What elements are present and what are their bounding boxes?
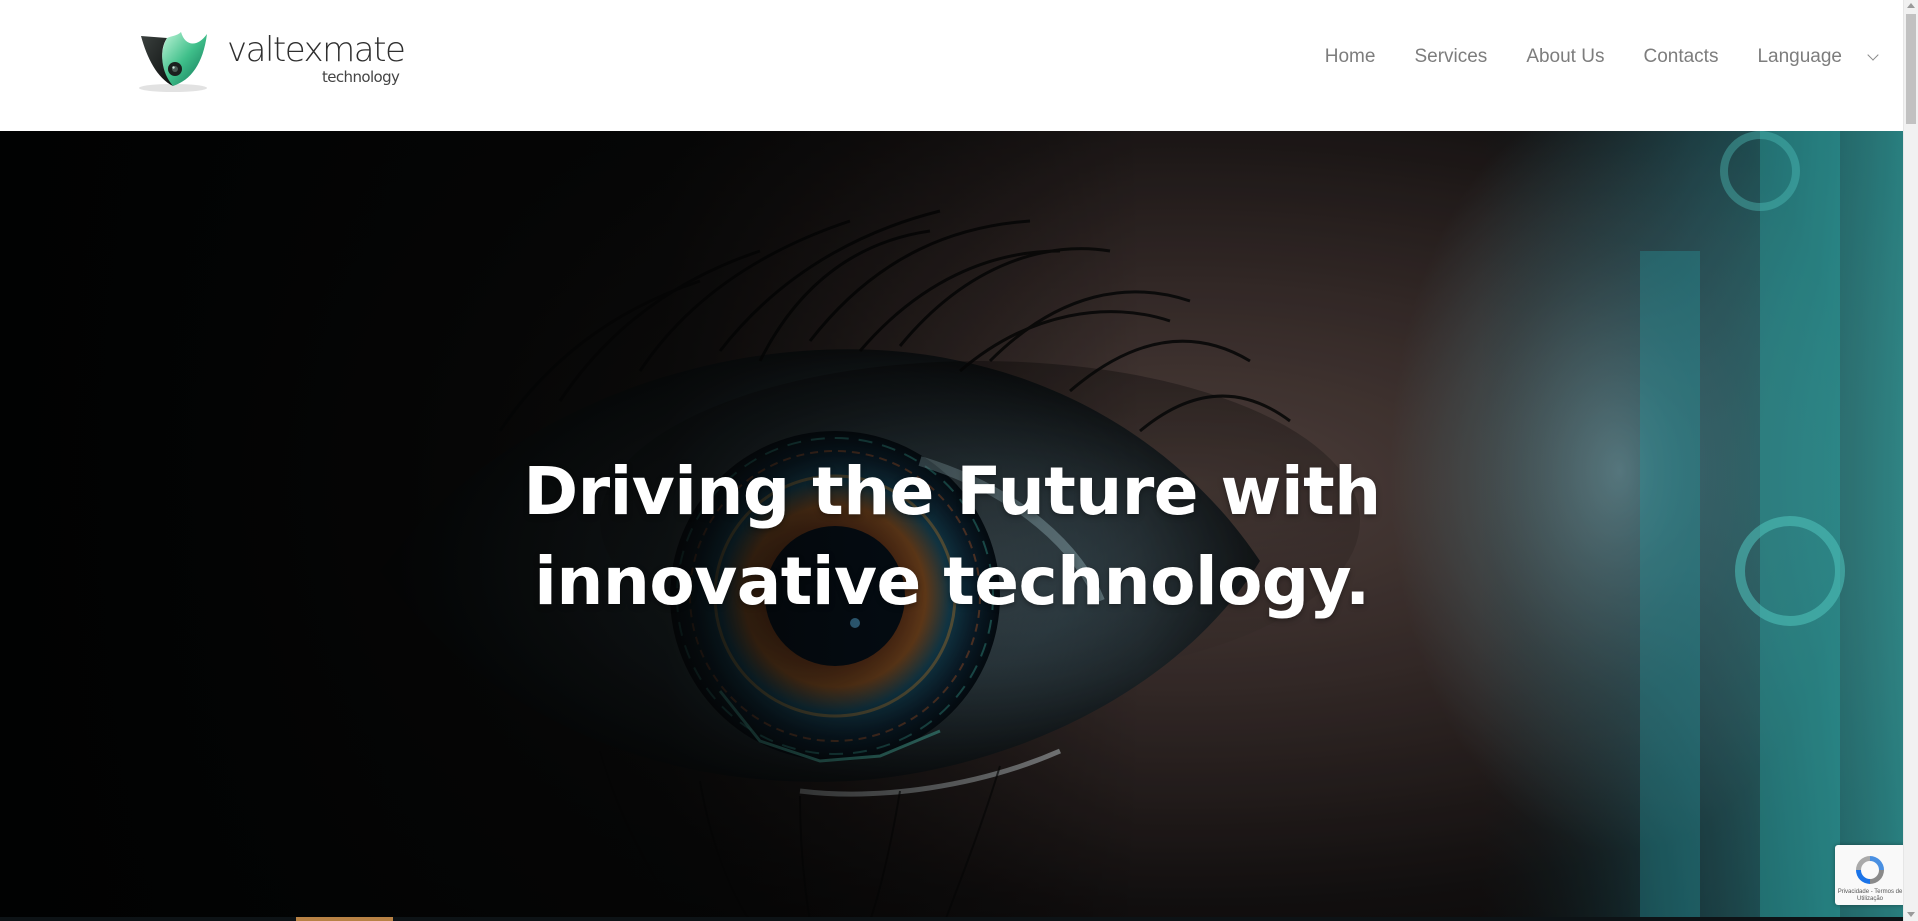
site-logo[interactable]: valtexmate technology bbox=[137, 28, 406, 94]
recaptcha-badge[interactable]: Privacidade - Termos de Utilização bbox=[1835, 845, 1905, 905]
nav-item-services[interactable]: Services bbox=[1414, 46, 1487, 68]
hero-headline-line-2: innovative technology. bbox=[534, 543, 1370, 621]
logo-wordmark: valtexmate bbox=[227, 30, 406, 70]
language-label: Language bbox=[1757, 46, 1842, 67]
recaptcha-footer-text[interactable]: Privacidade - Termos de Utilização bbox=[1835, 889, 1905, 903]
bottom-strip-accent bbox=[296, 917, 393, 921]
scrollbar-thumb[interactable] bbox=[1906, 14, 1916, 124]
main-nav: Home Services About Us Contacts Language bbox=[1277, 0, 1879, 114]
nav-item-contacts[interactable]: Contacts bbox=[1643, 46, 1718, 68]
hero-headline-line-1: Driving the Future with bbox=[523, 453, 1381, 531]
logo-mark-icon bbox=[139, 32, 207, 92]
page-scrollbar[interactable] bbox=[1903, 0, 1918, 921]
scroll-down-arrow-icon[interactable] bbox=[1907, 912, 1915, 917]
language-dropdown[interactable]: Language bbox=[1757, 46, 1879, 68]
bottom-strip bbox=[0, 917, 1904, 921]
chevron-down-icon bbox=[1867, 48, 1879, 61]
nav-item-about-us[interactable]: About Us bbox=[1526, 46, 1604, 68]
recaptcha-icon bbox=[1856, 856, 1884, 884]
page-viewport: valtexmate technology Home Services Abou… bbox=[0, 0, 1918, 921]
site-header: valtexmate technology Home Services Abou… bbox=[0, 0, 1904, 131]
logo-tagline: technology bbox=[322, 68, 400, 86]
hero-headline: Driving the Future with innovative techn… bbox=[0, 447, 1904, 627]
nav-item-home[interactable]: Home bbox=[1325, 46, 1376, 68]
scroll-up-arrow-icon[interactable] bbox=[1907, 3, 1915, 8]
nav-list: Home Services About Us Contacts Language bbox=[1325, 0, 1879, 114]
hero-section: Driving the Future with innovative techn… bbox=[0, 131, 1904, 921]
